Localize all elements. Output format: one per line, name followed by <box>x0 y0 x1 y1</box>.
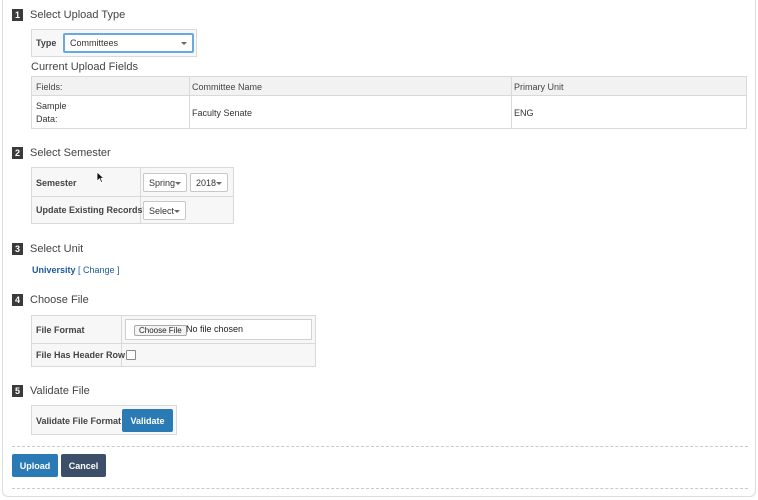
row-divider <box>32 196 233 197</box>
step-number: 5 <box>12 385 23 397</box>
header-row-label: File Has Header Row <box>36 350 126 360</box>
file-panel: File Format Choose File No file chosen F… <box>31 315 316 367</box>
step-title: Choose File <box>30 294 89 306</box>
column-divider <box>511 77 512 128</box>
step-number: 3 <box>12 243 23 255</box>
step-title: Select Unit <box>30 243 84 255</box>
mouse-cursor-icon <box>96 171 105 184</box>
chevron-down-icon <box>175 181 181 185</box>
column-header-primary-unit: Primary Unit <box>514 82 564 92</box>
step-4-header: 4 Choose File <box>12 294 89 306</box>
upload-button[interactable]: Upload <box>12 454 58 477</box>
semester-year-select[interactable]: 2018 <box>190 173 228 192</box>
step-title: Validate File <box>30 385 90 397</box>
no-file-text: No file chosen <box>186 324 244 334</box>
current-fields-table: Fields: Committee Name Primary Unit Samp… <box>31 76 747 129</box>
semester-term-select[interactable]: Spring <box>143 173 187 192</box>
update-existing-value: Select <box>149 205 175 216</box>
cancel-button[interactable]: Cancel <box>61 454 106 477</box>
update-existing-label: Update Existing Records* <box>36 205 147 215</box>
step-number: 4 <box>12 294 23 306</box>
cell-committee-name: Faculty Senate <box>192 108 253 118</box>
step-5-header: 5 Validate File <box>12 385 90 397</box>
validate-format-label: Validate File Format <box>36 416 122 426</box>
step-3-header: 3 Select Unit <box>12 243 83 255</box>
current-fields-title: Current Upload Fields <box>31 61 138 73</box>
row-label-line2: Data: <box>36 114 58 124</box>
semester-year-value: 2018 <box>196 177 217 188</box>
upload-type-value: Committees <box>70 38 119 48</box>
choose-file-button[interactable]: Choose File <box>134 325 187 336</box>
semester-panel: Semester Spring 2018 Update Existing Rec… <box>31 167 234 224</box>
upload-type-panel: Type Committees <box>31 29 197 57</box>
table-header <box>32 77 746 96</box>
step-number: 2 <box>12 147 23 159</box>
cell-primary-unit: ENG <box>514 108 534 118</box>
semester-term-value: Spring <box>149 177 176 188</box>
change-unit-link[interactable]: [ Change ] <box>78 265 120 275</box>
divider <box>12 446 748 447</box>
step-2-header: 2 Select Semester <box>12 147 111 159</box>
chevron-down-icon <box>216 181 222 185</box>
update-existing-select[interactable]: Select <box>143 201 186 220</box>
step-title: Select Upload Type <box>30 9 126 21</box>
row-divider <box>32 343 315 344</box>
header-row-checkbox[interactable] <box>126 350 136 360</box>
validate-panel: Validate File Format Validate <box>31 405 177 435</box>
column-header-committee-name: Committee Name <box>192 82 263 92</box>
column-divider <box>189 77 190 128</box>
validate-button[interactable]: Validate <box>122 409 173 432</box>
file-input: Choose File No file chosen <box>125 319 312 340</box>
semester-label: Semester <box>36 178 77 188</box>
step-title: Select Semester <box>30 147 111 159</box>
upload-type-select[interactable]: Committees <box>63 33 194 53</box>
chevron-down-icon <box>174 209 180 213</box>
divider <box>12 488 748 489</box>
type-label: Type <box>36 38 57 48</box>
unit-name: University <box>32 265 76 275</box>
chevron-down-icon <box>181 42 187 45</box>
row-label-line1: Sample <box>36 101 67 111</box>
file-format-label: File Format <box>36 325 85 335</box>
step-1-header: 1 Select Upload Type <box>12 9 125 21</box>
step-number: 1 <box>12 9 23 21</box>
column-header-fields: Fields: <box>36 82 63 92</box>
